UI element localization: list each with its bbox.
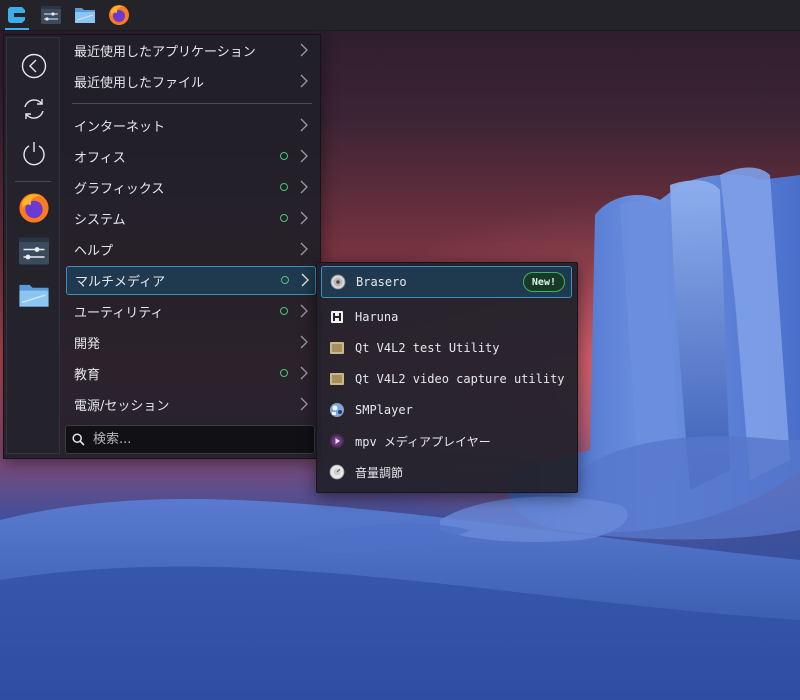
- category-system[interactable]: システム: [66, 204, 316, 233]
- back-button[interactable]: [13, 46, 55, 86]
- firefox-icon: [109, 5, 129, 25]
- new-apps-indicator: [280, 307, 288, 315]
- new-apps-indicator: [280, 214, 288, 222]
- app-smplayer[interactable]: SMPlayer: [321, 394, 572, 426]
- favorite-file-manager-button[interactable]: [13, 275, 55, 315]
- quick-actions-column: [6, 37, 60, 454]
- category-label: マルチメディア: [75, 275, 166, 290]
- chevron-right-icon: [300, 149, 308, 163]
- app-label: Qt V4L2 video capture utility: [355, 372, 565, 386]
- new-badge: New!: [522, 272, 565, 292]
- application-launcher-button[interactable]: [0, 0, 34, 30]
- category-power-session[interactable]: 電源/セッション: [66, 390, 316, 419]
- category-divider: [72, 103, 312, 104]
- video-device-icon: [329, 340, 345, 356]
- new-apps-indicator: [280, 183, 288, 191]
- search-box[interactable]: [65, 425, 315, 454]
- chevron-right-icon: [300, 43, 308, 57]
- multimedia-submenu: Brasero New! Haruna Qt V4L2 test Utility: [316, 262, 578, 493]
- app-label: Haruna: [355, 310, 399, 324]
- smplayer-icon: [329, 402, 345, 418]
- disc-burner-icon: [330, 274, 346, 290]
- system-settings-icon: [41, 6, 61, 24]
- favorite-system-settings-button[interactable]: [13, 231, 55, 271]
- category-utilities[interactable]: ユーティリティ: [66, 297, 316, 326]
- chevron-right-icon: [300, 242, 308, 256]
- firefox-icon: [19, 193, 49, 223]
- category-development[interactable]: 開発: [66, 328, 316, 357]
- application-launcher-icon: [8, 7, 25, 23]
- chevron-right-icon: [300, 180, 308, 194]
- file-manager-taskbar-button[interactable]: [68, 0, 102, 30]
- chevron-right-icon: [300, 74, 308, 88]
- search-input[interactable]: [91, 431, 295, 448]
- chevron-right-icon: [300, 335, 308, 349]
- application-menu: 最近使用したアプリケーション 最近使用したファイル インターネット オフィス グ…: [3, 34, 321, 459]
- chevron-right-icon: [300, 397, 308, 411]
- app-label: mpv メディアプレイヤー: [355, 434, 491, 449]
- recent-files-item[interactable]: 最近使用したファイル: [66, 67, 316, 96]
- file-manager-icon: [19, 284, 49, 307]
- app-label: Qt V4L2 test Utility: [355, 341, 500, 355]
- category-office[interactable]: オフィス: [66, 142, 316, 171]
- category-label: ヘルプ: [74, 244, 114, 259]
- category-label: 開発: [74, 337, 101, 352]
- category-internet[interactable]: インターネット: [66, 111, 316, 140]
- favorite-firefox-button[interactable]: [13, 188, 55, 228]
- power-button[interactable]: [13, 133, 55, 173]
- haruna-icon: [329, 309, 345, 325]
- mpv-icon: [329, 433, 345, 449]
- quick-actions-divider: [15, 181, 51, 182]
- new-apps-indicator: [280, 152, 288, 160]
- firefox-taskbar-button[interactable]: [102, 0, 136, 30]
- category-label: インターネット: [74, 120, 166, 135]
- chevron-right-icon: [300, 366, 308, 380]
- recent-applications-item[interactable]: 最近使用したアプリケーション: [66, 36, 316, 65]
- category-graphics[interactable]: グラフィックス: [66, 173, 316, 202]
- app-haruna[interactable]: Haruna: [321, 301, 572, 333]
- app-mpv[interactable]: mpv メディアプレイヤー: [321, 425, 572, 457]
- category-label: 最近使用したファイル: [74, 76, 205, 91]
- category-label: 電源/セッション: [74, 399, 170, 414]
- video-device-icon: [329, 371, 345, 387]
- back-arrow-icon: [21, 53, 47, 79]
- chevron-right-icon: [300, 118, 308, 132]
- category-education[interactable]: 教育: [66, 359, 316, 388]
- category-list: 最近使用したアプリケーション 最近使用したファイル インターネット オフィス グ…: [64, 35, 318, 458]
- chevron-right-icon: [300, 211, 308, 225]
- system-settings-taskbar-button[interactable]: [34, 0, 68, 30]
- app-label: SMPlayer: [355, 403, 413, 417]
- power-icon: [23, 142, 45, 166]
- app-label: 音量調節: [355, 465, 404, 480]
- app-qt-v4l2-test-utility[interactable]: Qt V4L2 test Utility: [321, 332, 572, 364]
- refresh-icon: [24, 99, 44, 119]
- category-help[interactable]: ヘルプ: [66, 235, 316, 264]
- chevron-right-icon: [301, 273, 309, 287]
- file-manager-icon: [75, 8, 95, 23]
- app-qt-v4l2-video-capture[interactable]: Qt V4L2 video capture utility: [321, 363, 572, 395]
- search-icon: [72, 433, 85, 446]
- top-panel: [0, 0, 800, 31]
- app-volume-control[interactable]: 音量調節: [321, 456, 572, 488]
- app-label: Brasero: [356, 275, 407, 289]
- chevron-right-icon: [300, 304, 308, 318]
- category-multimedia[interactable]: マルチメディア: [66, 266, 316, 295]
- refresh-button[interactable]: [13, 89, 55, 129]
- new-apps-indicator: [280, 369, 288, 377]
- category-label: 最近使用したアプリケーション: [74, 45, 256, 60]
- system-settings-icon: [19, 237, 49, 265]
- volume-control-icon: [329, 464, 345, 480]
- app-brasero[interactable]: Brasero New!: [321, 266, 572, 298]
- new-apps-indicator: [281, 276, 289, 284]
